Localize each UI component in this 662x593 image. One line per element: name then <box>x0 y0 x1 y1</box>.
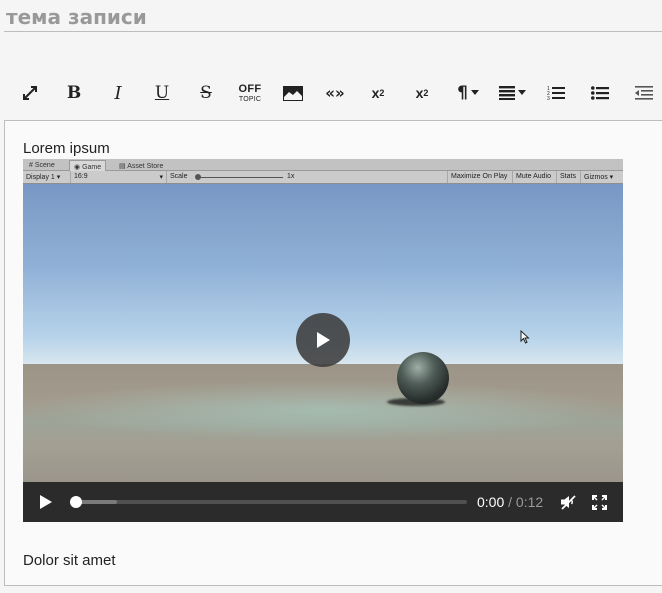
svg-text:3: 3 <box>547 96 550 101</box>
video-time-separator: / <box>504 494 516 510</box>
post-title-input[interactable] <box>4 2 662 32</box>
paragraph-text: Dolor sit amet <box>23 552 116 569</box>
video-time-display: 0:00 / 0:12 <box>477 494 543 510</box>
video-mute-button[interactable] <box>558 482 578 522</box>
superscript-button[interactable]: x2 <box>410 76 434 110</box>
unity-aspect-label: 16:9 <box>74 173 88 180</box>
unity-scale-track <box>197 177 283 178</box>
quote-button[interactable]: «» <box>322 76 348 110</box>
embedded-video[interactable]: # Scene ◉ Game ▤ Asset Store Display 1 ▾… <box>23 159 623 522</box>
unity-tab-game-label: Game <box>82 164 102 171</box>
video-play-overlay-button[interactable] <box>296 313 350 367</box>
unity-maximize-toggle: Maximize On Play <box>447 171 513 183</box>
unity-tab-scene-label: Scene <box>34 162 55 169</box>
image-icon <box>283 85 303 101</box>
unity-mute-toggle: Mute Audio <box>513 171 557 183</box>
editor-content-area[interactable]: Lorem ipsum # Scene ◉ Game ▤ Asset Store… <box>4 120 662 586</box>
fullscreen-icon <box>591 494 607 510</box>
store-icon: ▤ <box>119 163 126 170</box>
caret-down-icon <box>470 90 479 95</box>
video-duration: 0:12 <box>515 494 544 510</box>
unity-scale-value: 1x <box>287 173 295 180</box>
paragraph-text: Lorem ipsum <box>23 140 110 157</box>
play-icon <box>317 332 330 348</box>
fullscreen-button[interactable] <box>18 76 42 110</box>
unity-tab-scene: # Scene <box>25 160 59 171</box>
offtopic-button[interactable]: OFF TOPIC <box>235 76 265 110</box>
volume-muted-icon <box>561 495 576 510</box>
scene-sphere <box>397 352 449 404</box>
video-controls-bar: 0:00 / 0:12 <box>23 482 623 522</box>
ordered-list-icon: 1 2 3 <box>547 86 565 101</box>
video-play-button[interactable] <box>33 482 59 522</box>
unity-aspect-select: 16:9 ▾ <box>71 171 167 183</box>
unity-display-label: Display 1 <box>26 174 55 181</box>
video-fullscreen-button[interactable] <box>589 482 609 522</box>
grid-icon: # <box>29 162 33 169</box>
unity-tab-asset-store: ▤ Asset Store <box>115 160 167 171</box>
unity-tab-asset-store-label: Asset Store <box>127 163 164 170</box>
unity-display-select: Display 1 ▾ <box>23 171 71 183</box>
controller-icon: ◉ <box>74 164 81 171</box>
unity-tab-game: ◉ Game <box>69 160 107 171</box>
bullet-list-icon <box>591 86 609 100</box>
mouse-cursor-icon <box>520 330 530 344</box>
expand-arrows-icon <box>23 86 37 100</box>
unity-gizmos-label: Gizmos <box>584 174 608 181</box>
offtopic-label-bottom: TOPIC <box>238 95 262 103</box>
video-seek-handle[interactable] <box>70 496 82 508</box>
strikethrough-button[interactable]: S <box>194 76 218 110</box>
unity-tab-strip: # Scene ◉ Game ▤ Asset Store <box>23 159 623 171</box>
offtopic-label-top: OFF <box>238 82 262 95</box>
paragraph-dropdown[interactable]: ¶ <box>452 76 484 110</box>
scene-ground-glow <box>23 380 623 440</box>
video-progress-track[interactable] <box>73 500 467 504</box>
subscript-x: x <box>371 85 380 101</box>
insert-image-button[interactable] <box>281 76 305 110</box>
outdent-button[interactable] <box>632 76 656 110</box>
italic-button[interactable]: I <box>106 76 130 110</box>
unity-scale-label: Scale <box>170 173 188 180</box>
unity-game-toolbar: Display 1 ▾ 16:9 ▾ Scale 1x Maximize On P… <box>23 171 623 184</box>
subscript-2: 2 <box>379 88 385 98</box>
bullet-list-button[interactable] <box>588 76 612 110</box>
play-icon <box>40 495 52 509</box>
unity-gizmos-toggle: Gizmos ▾ <box>584 174 614 181</box>
unity-scale-knob <box>195 174 201 180</box>
unity-scale-slider: Scale 1x <box>167 171 447 183</box>
paragraph-label: ¶ <box>457 83 468 103</box>
underline-button[interactable]: U <box>150 76 174 110</box>
outdent-icon <box>635 86 653 100</box>
superscript-2: 2 <box>423 88 429 98</box>
video-current-time: 0:00 <box>477 494 505 510</box>
ordered-list-button[interactable]: 1 2 3 <box>544 76 568 110</box>
subscript-button[interactable]: x2 <box>366 76 390 110</box>
unity-stats-toggle: Stats <box>557 171 581 183</box>
align-dropdown-icon <box>499 86 526 100</box>
superscript-x: x <box>415 85 424 101</box>
align-dropdown[interactable] <box>498 76 528 110</box>
editor-toolbar: B I U S OFF TOPIC «» x2 x2 ¶ 1 2 3 <box>8 76 662 110</box>
bold-button[interactable]: B <box>62 76 86 110</box>
